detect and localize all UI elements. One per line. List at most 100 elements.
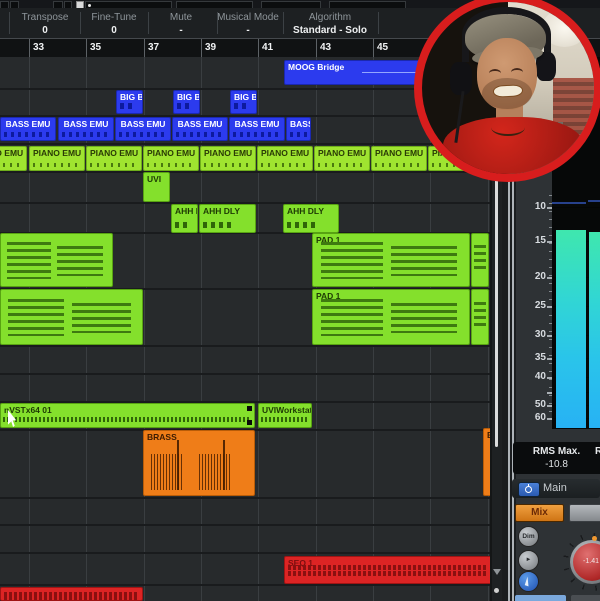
ruler-measure-number: 39 [205,42,216,53]
main-channel-bar[interactable]: Main [512,479,600,498]
clip-piano-emu-ii[interactable]: PIANO EMU II [0,146,27,171]
meter-minor-ticks [549,195,552,425]
clip-pattern [4,595,138,600]
meter-scale-number: 15 [516,235,546,246]
clip-pattern [375,163,423,167]
clip-piano-emu-ii[interactable]: PIANO EMU II [86,146,142,171]
clip-label: AHH D [172,205,197,217]
bottom-tab-gray[interactable] [571,595,600,601]
clip-ahh-dly[interactable]: AHH DLY [199,204,256,233]
ruler-measure-number: 45 [377,42,388,53]
clip-pattern [391,246,457,275]
clip-uvi[interactable]: UVI [143,172,170,202]
meter-scale-number: 30 [516,329,546,340]
click-button[interactable] [518,571,539,592]
clip-big-ba[interactable]: BIG BA [116,90,143,114]
clip-pattern [177,440,179,490]
power-icon [525,486,532,493]
clip-bass-emu[interactable]: BASS EMU [115,117,171,141]
clip-uviworkstatio[interactable]: UVIWorkstatio [258,403,312,428]
clip-piano-emu-ii[interactable]: PIANO EMU II [29,146,85,171]
clip-pattern [287,222,317,228]
toolbar-value: Standard - Solo [270,25,390,36]
clip-piano-emu-ii[interactable]: PIANO EMU II [200,146,256,171]
clip-label: PIANO EMU II [201,147,255,159]
clip-pattern [8,299,64,337]
meter-scale-number: 10 [516,201,546,212]
secondary-source-button[interactable] [569,504,600,522]
scrollbar-down-arrow-icon[interactable] [493,569,501,575]
clip-big-ba[interactable]: BIG BA [173,90,200,114]
meter-scale-number: 50 [516,399,546,410]
clip-pad1-b2[interactable] [471,289,489,345]
clip-bass-emu[interactable]: BASS EMU [172,117,228,141]
toolbar-divider [217,12,218,34]
clip-seq-1[interactable]: SEQ 1 [284,556,492,584]
ruler-tick [201,39,202,57]
clip-pad-1[interactable]: PAD 1 [312,233,470,287]
clip-label: BASS E [287,118,310,130]
meter-level-bar [556,230,586,428]
zoom-handle-icon[interactable] [494,588,499,593]
clip-label [1,588,142,590]
meter-scale-number: 60 [516,412,546,423]
clip-pad1-a2[interactable] [471,233,489,287]
clip-label: PIANO EMU II [0,147,26,159]
clip-strings-a[interactable] [0,233,113,287]
meter-grid-line [552,207,600,208]
clip-pattern [57,246,104,275]
clip-ahh-d[interactable]: AHH D [171,204,198,233]
clip-bass-emu[interactable]: BASS EMU [0,117,56,141]
toolbar-algorithm[interactable]: AlgorithmStandard - Solo [270,8,390,36]
person-eye-left [489,69,501,78]
clip-label: BASS EMU [116,118,170,130]
top-field[interactable] [10,1,19,8]
main-channel-label: Main [543,482,567,494]
arrange-area[interactable]: MOOG BridgeBIG BABIG BABIG BABASS EMUBAS… [0,57,492,601]
clip-brass[interactable]: BRASS [143,430,255,496]
clip-bass-emu[interactable]: BASS EMU [58,117,114,141]
clip-pattern [321,242,383,278]
ruler-tick [29,39,30,57]
clip-piano-emu-ii[interactable]: PIANO EMU II [314,146,370,171]
clip-nvstx64-01[interactable]: nVSTx64 01 [0,403,255,428]
meter-peak-line [552,202,586,204]
clip-ahh-dly[interactable]: AHH DLY [283,204,339,233]
top-field[interactable] [176,1,253,8]
clip-label: BIG BA [117,91,142,103]
top-field[interactable] [76,1,84,8]
top-field[interactable] [329,1,406,8]
dim-button[interactable]: Dim [518,526,539,547]
clip-piano-emu-ii[interactable]: PIANO EMU II [257,146,313,171]
clip-label: PIANO EMU II [30,147,84,159]
clip-label: BASS EMU [173,118,227,130]
clip-piano-emu-ii[interactable]: PIANO EMU II [371,146,427,171]
clip-pattern [247,420,252,425]
clip-strings-b[interactable] [0,289,143,345]
clip-pattern [321,299,383,337]
meter-scale-number: 35 [516,352,546,363]
ruler-measure-number: 35 [90,42,101,53]
reference-level-button[interactable]: ► [518,550,539,571]
clip-pad-1[interactable]: PAD 1 [312,289,470,345]
field-dot-icon [88,4,91,7]
clip-bass-e[interactable]: BASS E [286,117,311,141]
main-power-button[interactable] [518,482,540,497]
clip-label: BASS EMU [1,118,55,130]
clip-pattern [474,302,486,328]
top-field[interactable] [0,1,9,8]
bottom-tab-blue[interactable] [515,595,566,601]
toolbar-divider [378,12,379,34]
mix-button[interactable]: Mix [515,504,564,522]
clip-piano-emu-ii[interactable]: PIANO EMU II [143,146,199,171]
clip-pattern [261,163,309,167]
top-field[interactable] [64,1,72,8]
top-field[interactable] [85,1,172,8]
top-field[interactable] [53,1,63,8]
clip-seq-bottom[interactable] [0,587,143,601]
clip-bass-emu[interactable]: BASS EMU [229,117,285,141]
ruler-measure-number: 43 [320,42,331,53]
clip-big-ba[interactable]: BIG BA [230,90,257,114]
top-field[interactable] [261,1,321,8]
clip-pattern [72,303,131,333]
